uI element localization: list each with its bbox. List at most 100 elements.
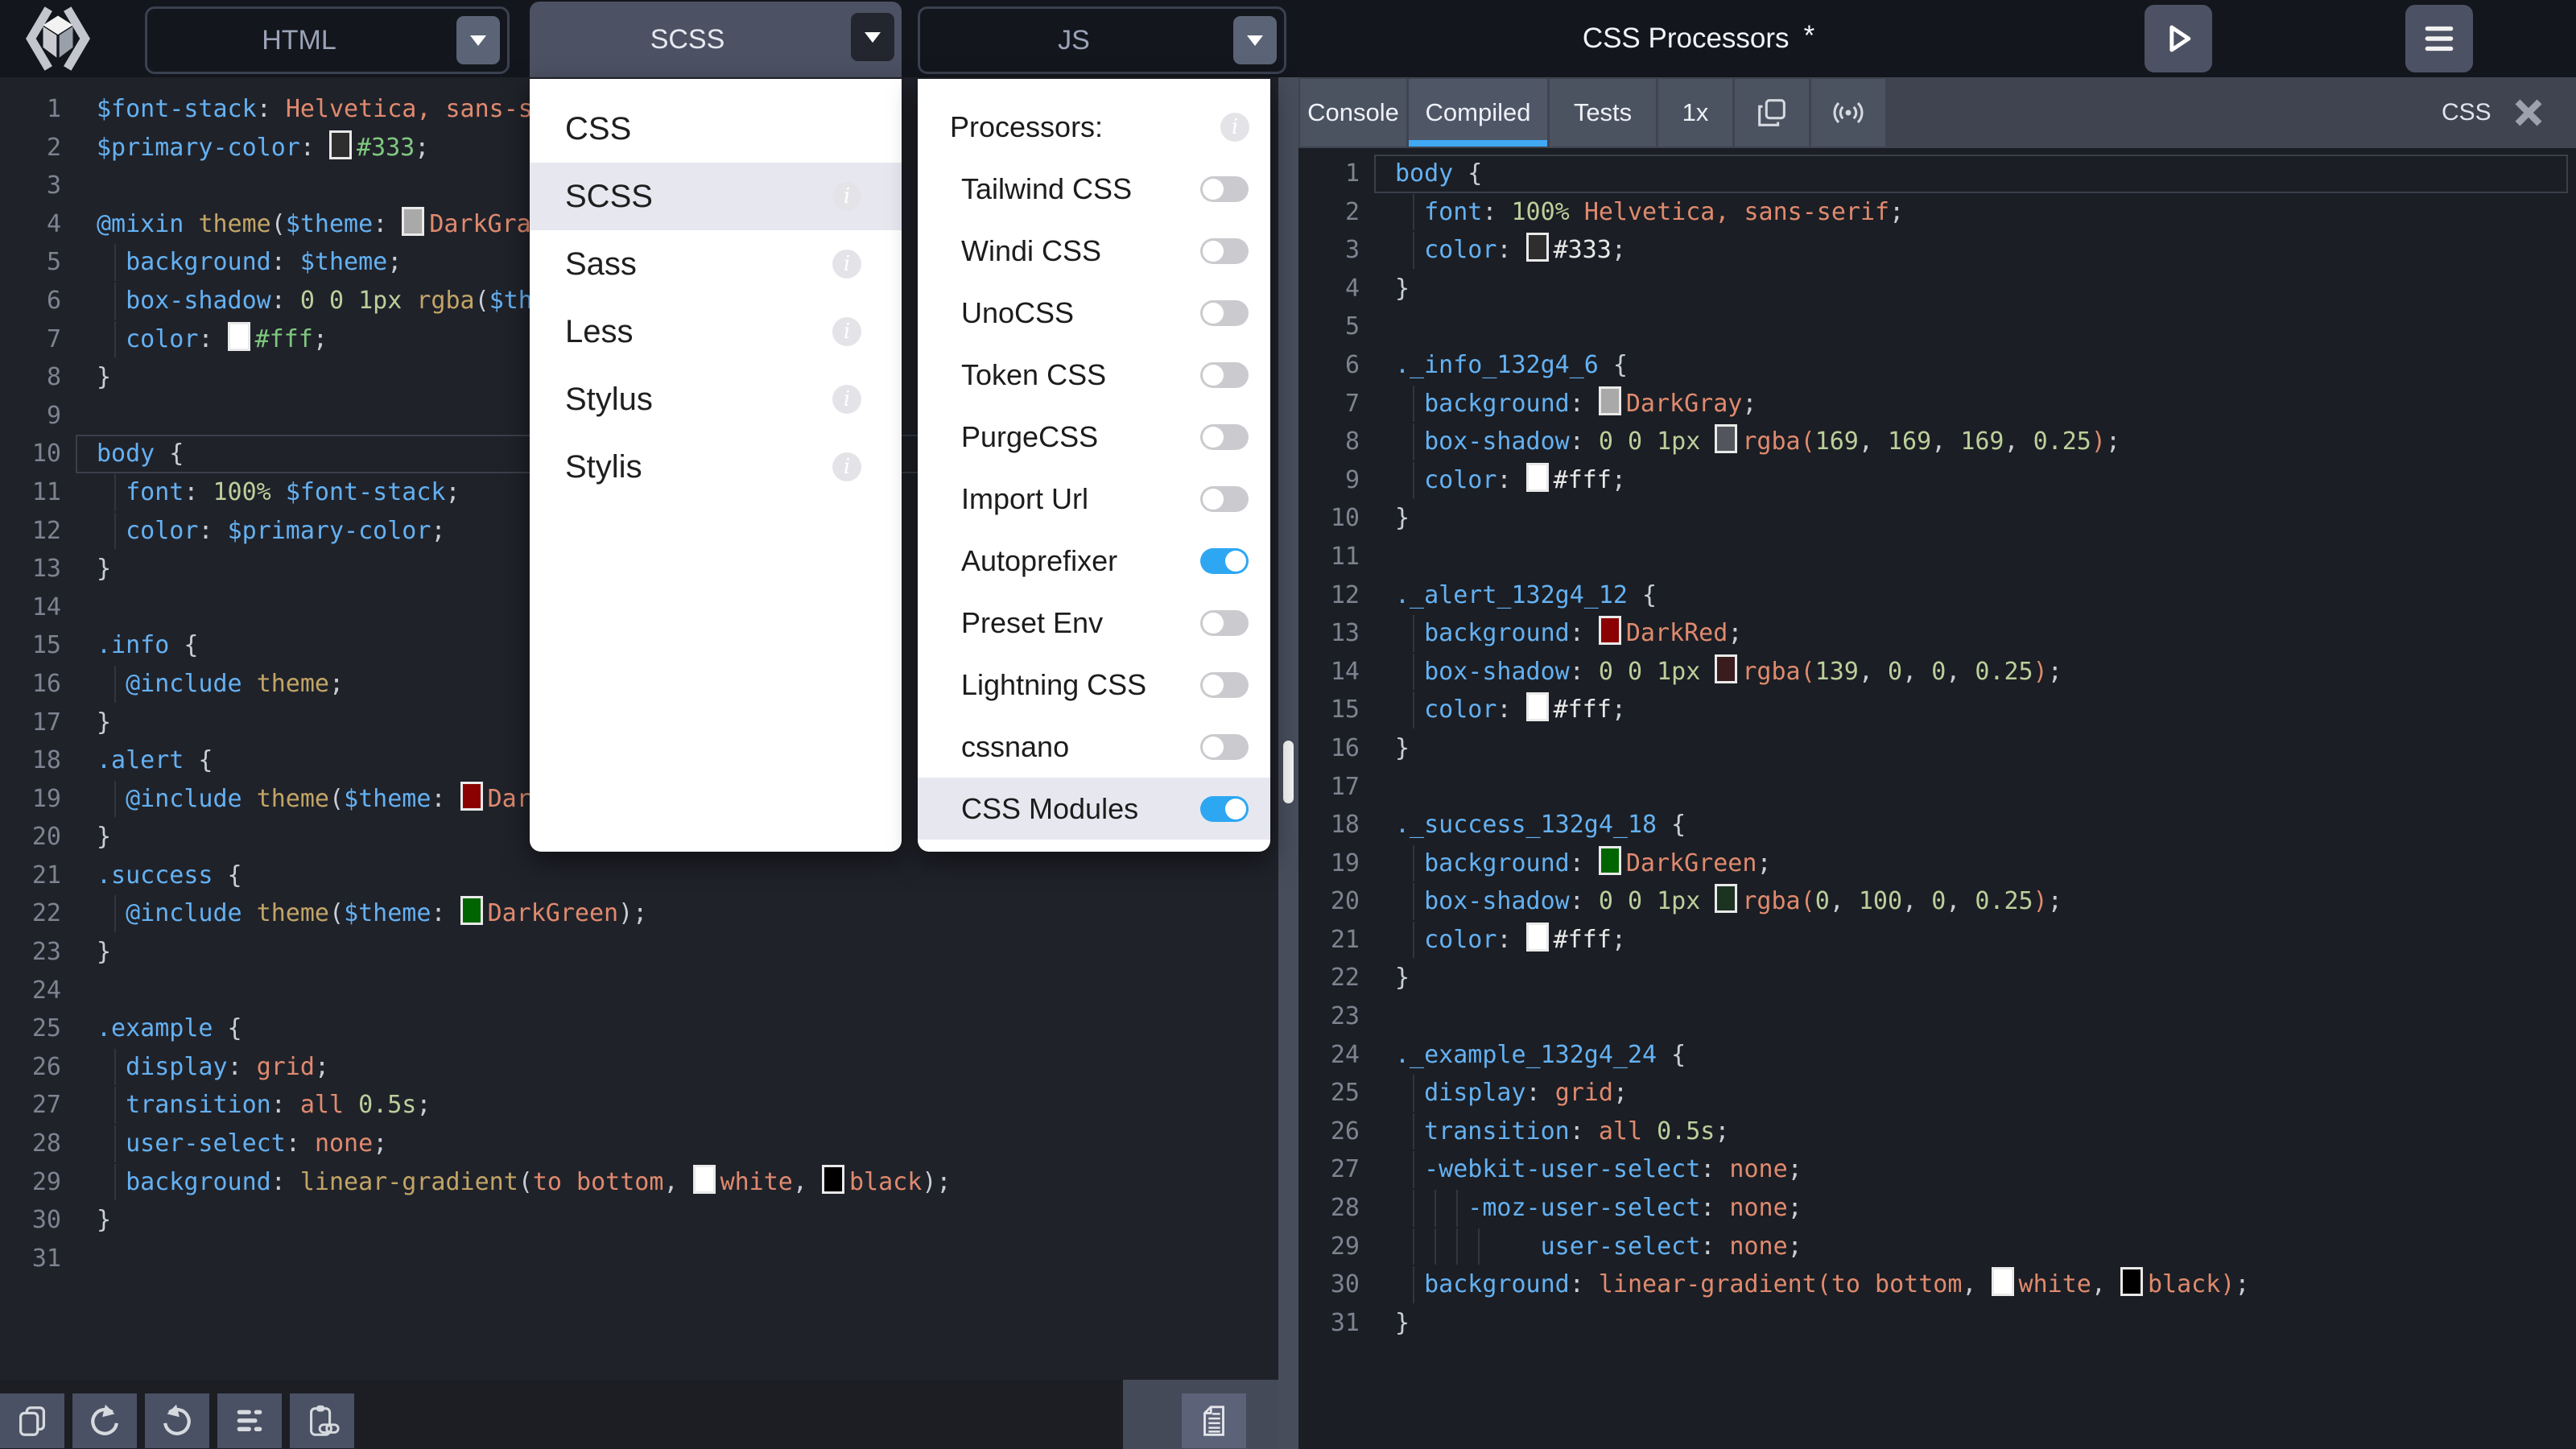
splitter-drag-handle[interactable] <box>1283 741 1294 803</box>
toggle-off[interactable] <box>1200 175 1249 202</box>
app-logo[interactable] <box>23 5 93 72</box>
color-swatch[interactable] <box>1525 233 1549 262</box>
code-text: font: 100% $font-stack; <box>97 473 460 512</box>
processor-item-autoprefixer[interactable]: Autoprefixer <box>918 530 1270 592</box>
run-button[interactable] <box>2145 5 2212 72</box>
menu-item-scss[interactable]: SCSS i <box>530 163 902 230</box>
color-swatch[interactable] <box>460 781 483 811</box>
processor-item-import-url[interactable]: Import Url <box>918 468 1270 530</box>
copy-as-url-button[interactable] <box>290 1393 354 1448</box>
code-token: black <box>2147 1270 2221 1299</box>
toggle-knob <box>1203 302 1224 324</box>
open-in-new-window-button[interactable] <box>1735 79 1809 147</box>
color-swatch[interactable] <box>402 206 425 236</box>
tab-console[interactable]: Console <box>1300 79 1406 147</box>
color-swatch[interactable] <box>1525 462 1549 492</box>
menu-item-stylus[interactable]: Stylus i <box>530 365 902 433</box>
pane-splitter[interactable] <box>1278 77 1298 1449</box>
code-token: , <box>1858 657 1888 686</box>
processor-item-css-modules[interactable]: CSS Modules <box>918 778 1270 840</box>
processor-item-unocss[interactable]: UnoCSS <box>918 282 1270 344</box>
toggle-off[interactable] <box>1200 423 1249 450</box>
line-number: 1 <box>46 95 61 123</box>
css-language-select[interactable]: SCSS <box>530 2 902 77</box>
code-token: ; <box>314 1052 329 1081</box>
info-icon[interactable]: i <box>832 452 861 481</box>
toggle-off[interactable] <box>1200 299 1249 326</box>
redo-button[interactable] <box>145 1393 209 1448</box>
code-text: background: linear-gradient(to bottom, w… <box>1395 1265 2249 1304</box>
code-text: background: $theme; <box>97 243 402 282</box>
project-title[interactable]: CSS Processors * <box>1417 0 1980 77</box>
processor-item-purgecss[interactable]: PurgeCSS <box>918 406 1270 468</box>
close-panel-button[interactable] <box>2504 77 2553 148</box>
color-swatch[interactable] <box>1715 654 1738 683</box>
color-swatch[interactable] <box>1715 424 1738 454</box>
processor-item-token-css[interactable]: Token CSS <box>918 344 1270 406</box>
color-swatch[interactable] <box>460 896 483 926</box>
color-swatch[interactable] <box>1715 884 1738 914</box>
color-swatch[interactable] <box>227 321 250 351</box>
processor-item-windi-css[interactable]: Windi CSS <box>918 220 1270 282</box>
menu-item-less[interactable]: Less i <box>530 298 902 365</box>
tab-compiled[interactable]: Compiled <box>1409 79 1547 147</box>
processor-item-lightning-css[interactable]: Lightning CSS <box>918 654 1270 716</box>
redo-icon <box>163 1404 191 1435</box>
info-icon[interactable]: i <box>832 250 861 279</box>
code-text: } <box>1395 1304 1410 1343</box>
code-token: ; <box>1742 389 1757 418</box>
toggle-off[interactable] <box>1200 361 1249 388</box>
color-swatch[interactable] <box>1525 692 1549 722</box>
broadcast-button[interactable] <box>1811 79 1885 147</box>
color-swatch[interactable] <box>822 1164 844 1194</box>
editor-status-button[interactable] <box>1182 1393 1246 1448</box>
toggle-on[interactable] <box>1200 547 1249 574</box>
info-icon[interactable]: i <box>832 385 861 414</box>
panel-language-label: CSS <box>2442 99 2491 126</box>
toggle-off[interactable] <box>1200 485 1249 512</box>
code-token: 0 0 1px <box>1598 657 1715 686</box>
color-swatch[interactable] <box>329 130 352 159</box>
line-number: 16 <box>31 669 61 698</box>
color-swatch[interactable] <box>1598 616 1621 646</box>
line-number: 26 <box>31 1052 61 1081</box>
processor-item-cssnano[interactable]: cssnano <box>918 716 1270 778</box>
code-token: ._example_132g4_24 <box>1395 1040 1657 1069</box>
line-number: 24 <box>31 976 61 1005</box>
tab-tests[interactable]: Tests <box>1550 79 1656 147</box>
code-text: background: DarkGreen; <box>1395 844 1772 883</box>
info-icon[interactable]: i <box>832 182 861 211</box>
color-swatch[interactable] <box>692 1164 716 1194</box>
code-token: 0 0 1px <box>299 286 417 315</box>
code-token: linear-gradient <box>299 1167 518 1196</box>
toggle-off[interactable] <box>1200 609 1249 636</box>
color-swatch[interactable] <box>1598 845 1621 875</box>
app-menu-button[interactable] <box>2405 5 2473 72</box>
color-swatch[interactable] <box>1991 1267 2014 1297</box>
html-language-select[interactable]: HTML <box>145 6 510 74</box>
menu-item-stylis[interactable]: Stylis i <box>530 433 902 501</box>
color-swatch[interactable] <box>1598 386 1621 415</box>
toggle-off[interactable] <box>1200 237 1249 264</box>
copy-code-button[interactable] <box>0 1393 64 1448</box>
code-token: 100 <box>1858 887 1903 916</box>
code-text: $primary-color: #333; <box>97 129 429 167</box>
zoom-level-button[interactable]: 1x <box>1658 79 1732 147</box>
menu-item-sass[interactable]: Sass i <box>530 230 902 298</box>
color-swatch[interactable] <box>2120 1267 2143 1297</box>
toggle-on[interactable] <box>1200 795 1249 822</box>
chevron-down-icon <box>1233 16 1277 64</box>
menu-item-css[interactable]: CSS <box>530 95 902 163</box>
toggle-off[interactable] <box>1200 733 1249 760</box>
toggle-off[interactable] <box>1200 671 1249 698</box>
processor-item-tailwind-css[interactable]: Tailwind CSS <box>918 158 1270 220</box>
info-icon[interactable]: i <box>832 317 861 346</box>
info-icon[interactable]: i <box>1220 112 1249 142</box>
js-language-select[interactable]: JS <box>918 6 1286 74</box>
processor-item-preset-env[interactable]: Preset Env <box>918 592 1270 654</box>
color-swatch[interactable] <box>1525 922 1549 952</box>
compiled-code-view[interactable]: 1 body {2 font: 100% Helvetica, sans-seri… <box>1298 148 2576 1449</box>
line-number: 31 <box>31 1244 61 1273</box>
format-code-button[interactable] <box>217 1393 282 1448</box>
undo-button[interactable] <box>72 1393 137 1448</box>
